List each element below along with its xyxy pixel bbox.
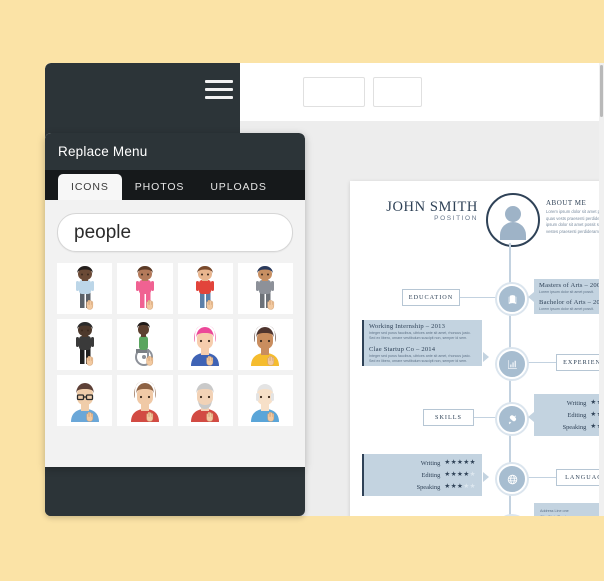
toolbar-field-2[interactable] [373, 77, 422, 107]
education-item-1: Masters of Arts – 2009 Lorem ipsum dolor… [534, 279, 604, 296]
skills-panel: Writing ★★★★★ Editing ★★★★★ Speaking ★★★… [534, 394, 604, 436]
window-bottom-strip [45, 467, 305, 516]
connector-languages-chip [524, 477, 558, 478]
education-desc-1: Lorem ipsum dolor sit amet possit. [539, 290, 594, 294]
user-avatar-icon [486, 193, 540, 247]
replace-menu-panel: Replace Menu ICONS PHOTOS UPLOADS [45, 133, 305, 467]
replace-menu-tabs: ICONS PHOTOS UPLOADS [45, 170, 305, 200]
connector-education-chip [458, 297, 500, 298]
replace-menu-title-bar: Replace Menu [45, 133, 305, 170]
language-rating-row: Editing ★★★★★ [364, 469, 482, 481]
address-block: Address Line one City, State/Province Zi… [534, 503, 604, 516]
tab-uploads[interactable]: UPLOADS [197, 174, 279, 200]
experience-item-1: Working Internship – 2013 Integer sed pu… [364, 320, 482, 343]
hand-badge-icon [266, 353, 289, 366]
woman-ponytail-red-top-bust[interactable] [117, 375, 173, 426]
skill-rating-row: Editing ★★★★★ [534, 409, 604, 421]
address-panel: Address Line one City, State/Province Zi… [534, 503, 604, 516]
hand-badge-icon [266, 409, 289, 422]
person-dark-skin-blue-shirt[interactable] [57, 263, 113, 314]
top-toolbar [240, 63, 604, 121]
globe-icon[interactable] [497, 464, 527, 494]
language-rating-row: Speaking ★★★★★ [364, 481, 482, 493]
experience-desc-1: Integer sed purus faucibus, ultrices ant… [369, 331, 471, 341]
about-me-heading: ABOUT ME [546, 199, 587, 207]
hamburger-menu-icon[interactable] [205, 80, 233, 102]
boy-red-shirt-waving[interactable] [177, 263, 233, 314]
bar-chart-icon[interactable] [497, 349, 527, 379]
hand-badge-icon [86, 353, 108, 366]
vertical-scrollbar[interactable] [599, 63, 604, 516]
experience-desc-2: Integer sed purus faucibus, ultrices ant… [369, 353, 471, 364]
education-title-1: Masters of Arts – 2009 [539, 282, 604, 289]
bald-older-man-blue-shirt-bust[interactable] [237, 375, 293, 426]
girl-pink-dress-waving[interactable] [117, 263, 173, 314]
section-chip-education[interactable]: EDUCATION [402, 289, 460, 306]
hand-badge-icon [146, 297, 169, 310]
search-bar[interactable] [57, 213, 305, 252]
connector-experience-chip [524, 362, 558, 363]
hand-badge-icon [206, 297, 229, 310]
man-glasses-blue-shirt-bust[interactable] [57, 375, 113, 426]
hand-badge-icon [86, 409, 108, 422]
languages-panel: Writing ★★★★★ Editing ★★★★★ Speaking ★★★… [362, 454, 482, 496]
scrollbar-thumb[interactable] [600, 65, 603, 117]
hand-badge-icon [86, 297, 108, 310]
tab-icons[interactable]: ICONS [58, 174, 122, 200]
plug-icon[interactable] [497, 404, 527, 434]
toolbar-field-1[interactable] [303, 77, 365, 107]
woman-black-hijab-abaya[interactable] [57, 319, 113, 370]
education-panel: Masters of Arts – 2009 Lorem ipsum dolor… [534, 279, 604, 314]
experience-title-1: Working Internship – 2013 [369, 323, 446, 330]
skill-label-1: Writing [566, 399, 587, 407]
education-desc-2: Lorem ipsum dolor sit amet possit. [539, 307, 594, 312]
tab-photos[interactable]: PHOTOS [122, 174, 198, 200]
arrow-experience [483, 352, 489, 362]
section-chip-skills[interactable]: SKILLS [423, 409, 474, 426]
hand-badge-icon [206, 353, 229, 366]
woman-wheelchair-green-top[interactable] [117, 319, 173, 370]
book-icon[interactable] [497, 284, 527, 314]
hand-badge-icon [266, 297, 289, 310]
language-label-2: Editing [421, 471, 441, 479]
skill-rating-row: Writing ★★★★★ [534, 397, 604, 409]
education-title-2: Bachelor of Arts – 2007 [539, 299, 604, 307]
search-input[interactable] [72, 220, 305, 245]
resume-position: POSITION [434, 215, 478, 222]
older-man-grey-beard-bust[interactable] [177, 375, 233, 426]
replace-menu-body [45, 213, 305, 467]
address-line-2: City, State/Province [540, 514, 604, 516]
language-stars-2: ★★★★★ [444, 470, 476, 478]
experience-item-2: Clae Startup Co – 2014 Integer sed purus… [364, 343, 482, 366]
skill-label-2: Editing [567, 411, 587, 419]
man-turban-grey-suit[interactable] [237, 263, 293, 314]
replace-menu-title: Replace Menu [58, 144, 148, 159]
icon-results-grid [57, 263, 293, 426]
language-stars-1: ★★★★★ [444, 458, 476, 466]
hand-badge-icon [146, 409, 169, 422]
experience-title-2: Clae Startup Co – 2014 [369, 345, 436, 353]
language-stars-3: ★★★★★ [444, 482, 476, 490]
connector-skills-chip [472, 417, 500, 418]
language-label-1: Writing [420, 459, 441, 467]
section-chip-languages[interactable]: LANGUAGES [556, 469, 604, 486]
education-item-2: Bachelor of Arts – 2007 Lorem ipsum dolo… [534, 296, 604, 313]
hand-badge-icon [146, 353, 169, 366]
language-rating-row: Writing ★★★★★ [364, 457, 482, 469]
skill-label-3: Speaking [562, 423, 587, 431]
woman-brown-hair-yellow-top-bust[interactable] [237, 319, 293, 370]
resume-document[interactable]: JOHN SMITH POSITION ABOUT ME Lorem ipsum… [350, 181, 604, 516]
woman-pink-hair-bust[interactable] [177, 319, 233, 370]
experience-panel: Working Internship – 2013 Integer sed pu… [362, 320, 482, 366]
arrow-languages [483, 472, 489, 482]
about-me-body: Lorem ipsum dolor sit amet possit sticis… [546, 209, 604, 234]
skill-rating-row: Speaking ★★★★★ [534, 421, 604, 433]
about-me-block: ABOUT ME Lorem ipsum dolor sit amet poss… [546, 199, 604, 235]
resume-name: JOHN SMITH [386, 199, 478, 215]
hand-badge-icon [206, 409, 229, 422]
language-label-3: Speaking [416, 483, 441, 491]
section-chip-experience[interactable]: EXPERIENCE [556, 354, 604, 371]
